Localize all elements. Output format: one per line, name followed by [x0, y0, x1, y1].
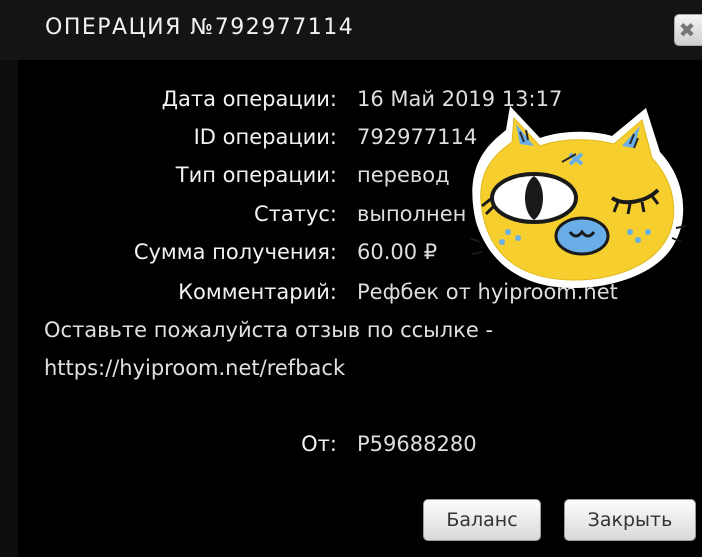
- detail-label: Статус:: [253, 202, 337, 226]
- close-icon[interactable]: ✖: [674, 14, 702, 46]
- detail-label: Комментарий:: [178, 280, 337, 304]
- detail-value: выполнен: [357, 202, 467, 226]
- detail-value: 60.00 ₽: [357, 240, 438, 264]
- detail-label: Сумма получения:: [133, 240, 337, 264]
- balance-button[interactable]: Баланс: [423, 499, 541, 541]
- dialog-title: ОПЕРАЦИЯ №792977114: [45, 15, 355, 40]
- detail-label: От:: [301, 432, 337, 456]
- detail-value: 792977114: [357, 125, 478, 149]
- detail-label: ID операции:: [193, 125, 337, 149]
- detail-value: P59688280: [357, 432, 477, 456]
- cat-sticker-icon: [469, 106, 687, 288]
- comment-text: Оставьте пожалуйста отзыв по ссылке -: [44, 318, 494, 342]
- detail-label: Дата операции:: [161, 87, 337, 111]
- dialog-header: ОПЕРАЦИЯ №792977114: [0, 0, 702, 60]
- detail-label: Тип операции:: [175, 163, 337, 187]
- comment-link-text: https://hyiproom.net/refback: [44, 356, 346, 380]
- close-button[interactable]: Закрыть: [564, 499, 696, 541]
- detail-value: перевод: [357, 163, 450, 187]
